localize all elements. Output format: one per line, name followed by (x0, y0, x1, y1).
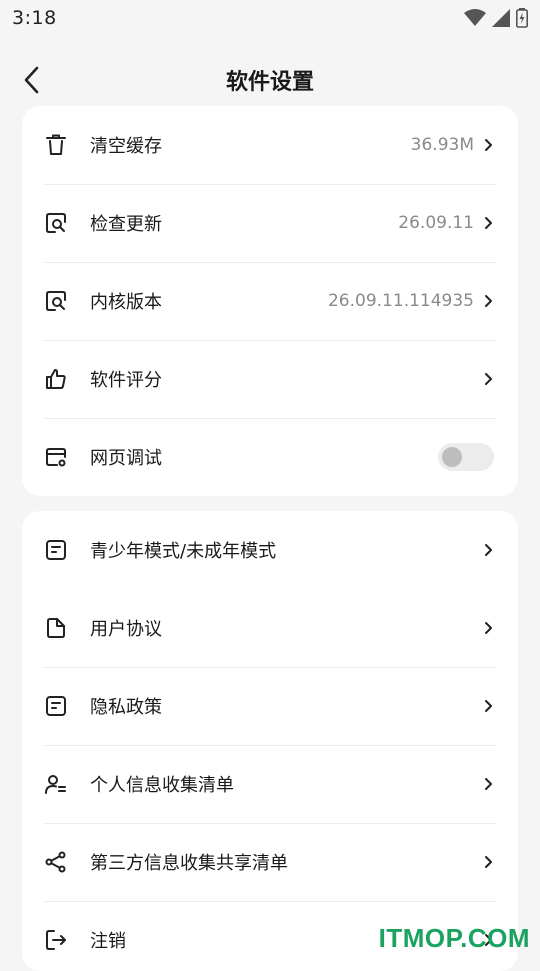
personal-info-list-label: 个人信息收集清单 (90, 775, 234, 796)
watermark: ITMOP.COM (378, 923, 530, 953)
privacy-policy-label: 隐私政策 (90, 697, 162, 718)
status-bar: 3:18 (0, 0, 540, 36)
page-title: 软件设置 (225, 70, 314, 95)
teen-mode-row[interactable]: 青少年模式/未成年模式 (22, 511, 518, 589)
search-doc-icon (44, 289, 68, 313)
chevron-right-icon (482, 137, 494, 153)
settings-card-legal: 青少年模式/未成年模式 用户协议 隐私政策 个人信息收集清单 第三方信息收集共享… (22, 511, 518, 971)
chevron-right-icon (482, 293, 494, 309)
share-icon (44, 850, 68, 874)
cell-signal-icon (492, 9, 510, 27)
personal-info-list-row[interactable]: 个人信息收集清单 (22, 745, 518, 823)
browser-settings-icon (44, 445, 68, 469)
update-version-value: 26.09.11 (398, 213, 474, 233)
note-icon (44, 538, 68, 562)
rate-app-label: 软件评分 (90, 370, 162, 391)
rate-app-row[interactable]: 软件评分 (22, 340, 518, 418)
battery-icon (516, 8, 528, 28)
kernel-version-value: 26.09.11.114935 (327, 291, 474, 311)
chevron-right-icon (482, 215, 494, 231)
search-doc-icon (44, 211, 68, 235)
chevron-right-icon (482, 698, 494, 714)
wifi-icon (464, 9, 486, 26)
kernel-version-label: 内核版本 (90, 292, 162, 313)
check-update-label: 检查更新 (90, 214, 162, 235)
chevron-right-icon (482, 854, 494, 870)
user-agreement-label: 用户协议 (90, 619, 162, 640)
trash-icon (44, 133, 68, 157)
person-list-icon (44, 772, 68, 796)
status-icons (464, 8, 528, 28)
header: 软件设置 (0, 52, 540, 108)
check-update-row[interactable]: 检查更新 26.09.11 (22, 184, 518, 262)
clear-cache-row[interactable]: 清空缓存 36.93M (22, 106, 518, 184)
chevron-right-icon (482, 776, 494, 792)
note-icon (44, 694, 68, 718)
logout-icon (44, 928, 68, 952)
thumbs-up-icon (44, 367, 68, 391)
settings-card-general: 清空缓存 36.93M 检查更新 26.09.11 内核版本 26.09.11.… (22, 106, 518, 496)
chevron-right-icon (482, 371, 494, 387)
privacy-policy-row[interactable]: 隐私政策 (22, 667, 518, 745)
third-party-share-row[interactable]: 第三方信息收集共享清单 (22, 823, 518, 901)
web-debug-toggle[interactable] (438, 443, 494, 471)
status-time: 3:18 (12, 7, 57, 29)
toggle-knob (442, 447, 462, 467)
web-debug-row: 网页调试 (22, 418, 518, 496)
teen-mode-label: 青少年模式/未成年模式 (90, 541, 277, 562)
third-party-share-label: 第三方信息收集共享清单 (90, 853, 288, 874)
user-agreement-row[interactable]: 用户协议 (22, 589, 518, 667)
chevron-right-icon (482, 620, 494, 636)
document-icon (44, 616, 68, 640)
chevron-right-icon (482, 542, 494, 558)
cache-size-value: 36.93M (410, 135, 474, 155)
web-debug-label: 网页调试 (90, 448, 162, 469)
kernel-version-row[interactable]: 内核版本 26.09.11.114935 (22, 262, 518, 340)
clear-cache-label: 清空缓存 (90, 136, 162, 157)
